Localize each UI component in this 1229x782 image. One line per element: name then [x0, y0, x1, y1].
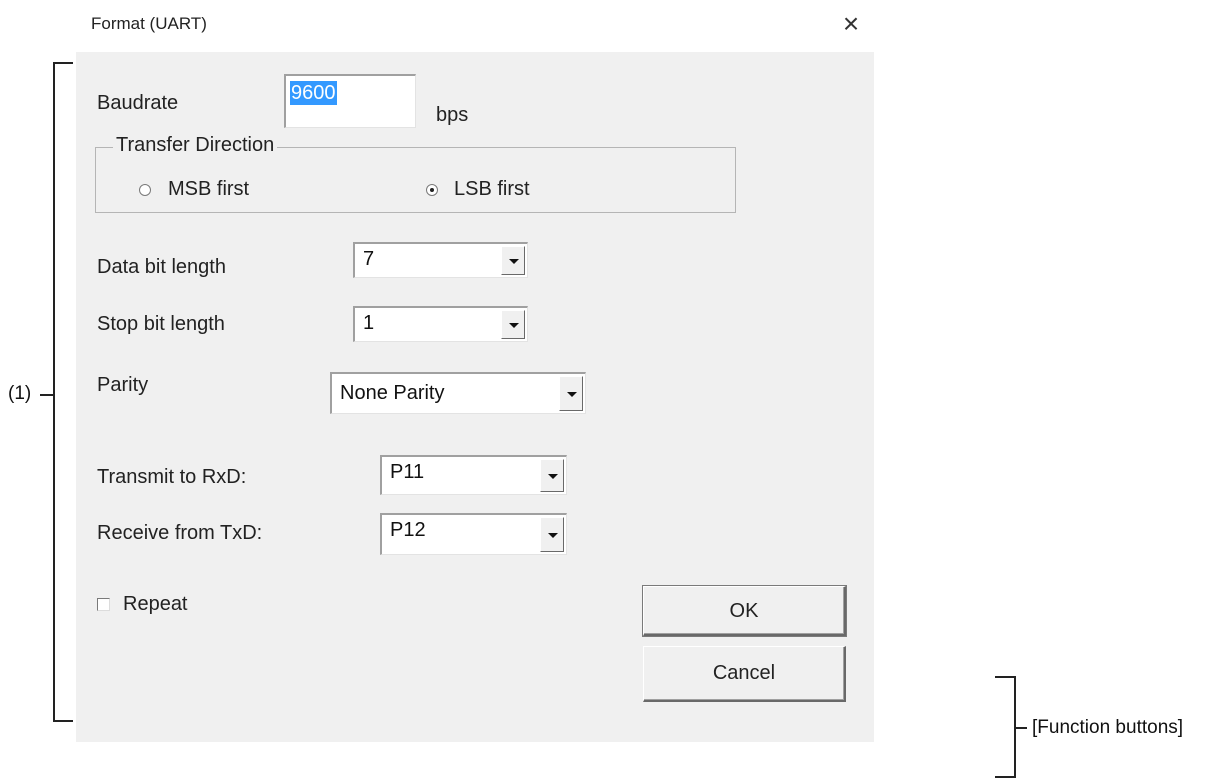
parity-value: None Parity: [340, 382, 445, 404]
function-buttons-annotation: [Function buttons]: [1032, 717, 1184, 738]
area-1-bracket-bottom: [53, 720, 73, 722]
msb-first-label[interactable]: MSB first: [168, 178, 249, 201]
function-buttons-bracket-bottom: [995, 776, 1015, 778]
chevron-down-icon: [567, 391, 577, 397]
transmit-to-rxd-select[interactable]: P11: [380, 455, 567, 495]
data-bit-length-select[interactable]: 7: [353, 242, 528, 278]
data-bit-length-dropdown-button[interactable]: [501, 246, 525, 275]
transmit-to-rxd-value: P11: [390, 461, 425, 483]
function-buttons-bracket-top: [995, 676, 1015, 678]
msb-first-radio-icon[interactable]: [139, 184, 151, 196]
cancel-button[interactable]: Cancel: [643, 646, 846, 702]
chevron-down-icon: [548, 532, 558, 538]
parity-label: Parity: [97, 374, 149, 396]
data-bit-length-label: Data bit length: [97, 256, 226, 278]
area-1-bracket-top: [53, 62, 73, 64]
stop-bit-length-label: Stop bit length: [97, 313, 225, 335]
data-bit-length-value: 7: [363, 248, 375, 270]
chevron-down-icon: [509, 322, 519, 328]
close-icon[interactable]: ×: [836, 8, 866, 40]
transfer-direction-label: Transfer Direction: [113, 134, 278, 157]
area-1-bracket-tick: [40, 394, 54, 396]
baudrate-label: Baudrate: [97, 92, 179, 114]
lsb-first-label[interactable]: LSB first: [454, 178, 530, 201]
stop-bit-length-value: 1: [363, 312, 375, 334]
baudrate-input[interactable]: 9600: [284, 74, 416, 128]
repeat-label[interactable]: Repeat: [123, 593, 188, 616]
parity-select[interactable]: None Parity: [330, 372, 586, 414]
baudrate-unit: bps: [436, 104, 469, 126]
lsb-first-radio-icon[interactable]: [426, 184, 438, 196]
chevron-down-icon: [509, 258, 519, 264]
function-buttons-bracket-tick: [1015, 727, 1027, 729]
receive-from-txd-value: P12: [390, 519, 426, 541]
transmit-to-rxd-label: Transmit to RxD:: [97, 466, 247, 488]
stop-bit-length-select[interactable]: 1: [353, 306, 528, 342]
area-1-bracket: [53, 62, 55, 722]
dialog-title: Format (UART): [91, 14, 207, 33]
receive-from-txd-label: Receive from TxD:: [97, 522, 263, 544]
transmit-to-rxd-dropdown-button[interactable]: [540, 459, 564, 492]
receive-from-txd-select[interactable]: P12: [380, 513, 567, 555]
receive-from-txd-dropdown-button[interactable]: [540, 517, 564, 552]
chevron-down-icon: [548, 473, 558, 479]
baudrate-value: 9600: [290, 81, 337, 105]
area-1-annotation: (1): [8, 383, 32, 404]
repeat-checkbox-icon[interactable]: [97, 598, 110, 611]
parity-dropdown-button[interactable]: [559, 376, 583, 411]
ok-button[interactable]: OK: [642, 585, 847, 637]
stop-bit-length-dropdown-button[interactable]: [501, 310, 525, 339]
